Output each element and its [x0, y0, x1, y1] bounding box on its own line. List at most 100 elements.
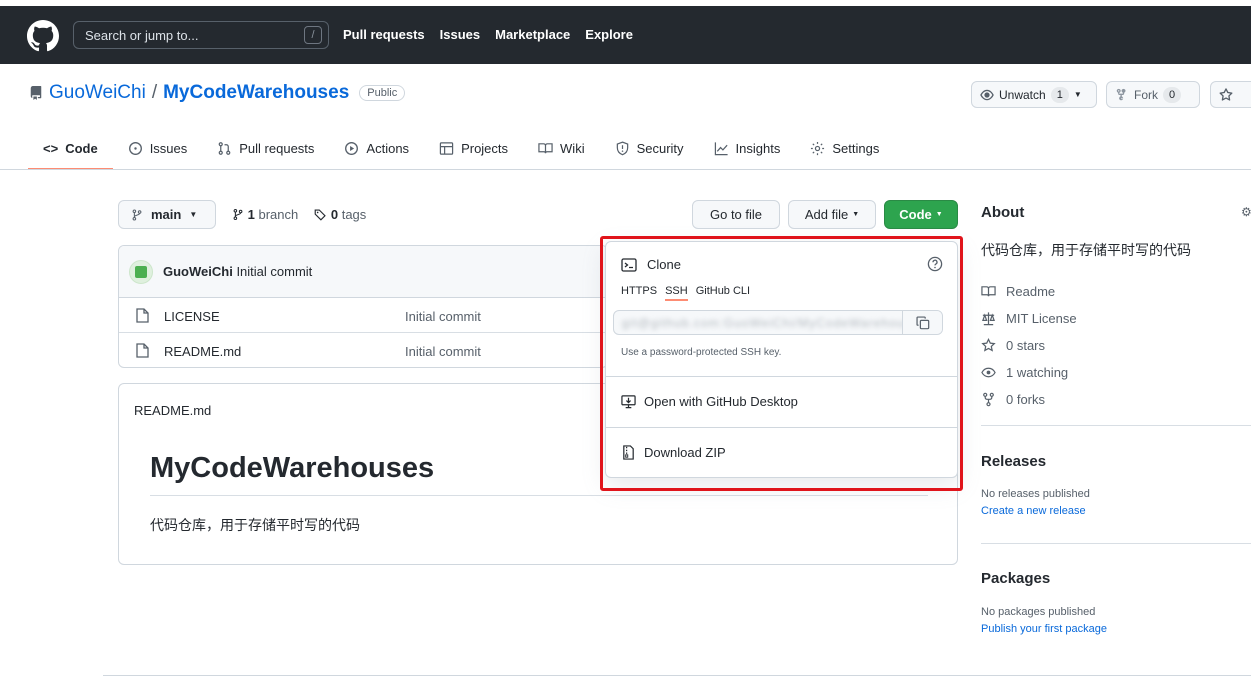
- repo-tabs: <> Code Issues Pull requests Actions Pro…: [28, 127, 894, 170]
- branch-select-button[interactable]: main ▼: [118, 200, 216, 229]
- branches-link[interactable]: 1 branch: [232, 207, 298, 222]
- meta-forks[interactable]: 0 forks: [981, 386, 1077, 413]
- unwatch-button[interactable]: Unwatch 1 ▼: [971, 81, 1097, 108]
- top-nav: Pull requests Issues Marketplace Explore: [343, 27, 633, 42]
- code-button[interactable]: Code ▼: [884, 200, 958, 229]
- commit-message[interactable]: Initial commit: [236, 264, 312, 279]
- file-commit-message[interactable]: Initial commit: [405, 344, 481, 359]
- tab-settings[interactable]: Settings: [795, 127, 894, 170]
- fork-counter: 0: [1163, 86, 1182, 103]
- tab-wiki[interactable]: Wiki: [523, 127, 600, 170]
- search-input[interactable]: Search or jump to... /: [73, 21, 329, 49]
- table-icon: [439, 142, 454, 155]
- nav-explore[interactable]: Explore: [585, 27, 633, 42]
- fork-group: Fork 0: [1106, 81, 1200, 108]
- footer-divider: [103, 675, 1251, 676]
- about-title: About: [981, 204, 1025, 221]
- file-icon: [136, 343, 149, 358]
- tab-pull-requests[interactable]: Pull requests: [202, 127, 329, 170]
- about-description: 代码仓库，用于存储平时写的代码: [981, 242, 1191, 258]
- tab-issues[interactable]: Issues: [113, 127, 203, 170]
- releases-title[interactable]: Releases: [981, 453, 1046, 470]
- readme-label[interactable]: README.md: [134, 403, 211, 418]
- issue-icon: [128, 142, 142, 155]
- about-meta-list: Readme MIT License 0 stars 1 watching 0 …: [981, 278, 1077, 413]
- chevron-down-icon: ▼: [189, 210, 198, 219]
- repo-name-link[interactable]: MyCodeWarehouses: [163, 82, 349, 104]
- branch-icon: [233, 208, 243, 221]
- divider: [150, 495, 928, 496]
- star-icon: [981, 338, 996, 352]
- meta-label: Readme: [1006, 284, 1056, 299]
- table-row[interactable]: LICENSE Initial commit: [119, 298, 607, 333]
- tab-label: Security: [636, 141, 684, 156]
- shield-icon: [616, 141, 628, 156]
- table-row[interactable]: README.md Initial commit: [119, 333, 607, 367]
- chevron-down-icon: ▼: [1073, 90, 1082, 99]
- annotation-highlight-box: [600, 236, 963, 491]
- eye-icon: [981, 367, 996, 378]
- book-icon: [538, 143, 553, 154]
- avatar[interactable]: [129, 259, 153, 284]
- tab-label: Actions: [366, 141, 410, 156]
- tab-insights[interactable]: Insights: [699, 127, 796, 170]
- github-logo-icon[interactable]: [27, 20, 59, 52]
- divider: [981, 425, 1251, 426]
- file-list: GuoWeiChi Initial commit LICENSE Initial…: [118, 245, 608, 368]
- book-icon: [981, 286, 996, 297]
- law-icon: [982, 312, 995, 326]
- chevron-down-icon: ▼: [852, 211, 860, 218]
- nav-issues[interactable]: Issues: [440, 27, 480, 42]
- gear-icon[interactable]: ⚙: [1241, 205, 1251, 219]
- star-group: [1210, 81, 1251, 108]
- nav-marketplace[interactable]: Marketplace: [495, 27, 570, 42]
- top-header: Search or jump to... / Pull requests Iss…: [0, 6, 1251, 64]
- unwatch-label: Unwatch: [999, 87, 1046, 102]
- meta-stars[interactable]: 0 stars: [981, 332, 1077, 359]
- tags-link[interactable]: 0 tags: [314, 207, 366, 222]
- code-icon: <>: [43, 141, 59, 156]
- go-to-file-button[interactable]: Go to file: [692, 200, 780, 229]
- add-file-button[interactable]: Add file ▼: [788, 200, 876, 229]
- tab-actions[interactable]: Actions: [329, 127, 424, 170]
- releases-empty: No releases published: [981, 488, 1090, 500]
- fork-icon: [1116, 88, 1126, 100]
- tab-label: Projects: [461, 141, 509, 156]
- nav-pull-requests[interactable]: Pull requests: [343, 27, 425, 42]
- chevron-down-icon: ▼: [935, 211, 943, 218]
- star-button[interactable]: [1210, 81, 1251, 108]
- tabs-divider: [0, 169, 1251, 170]
- file-commit-message[interactable]: Initial commit: [405, 309, 481, 324]
- star-icon: [1219, 87, 1233, 101]
- readme-heading: MyCodeWarehouses: [150, 452, 435, 484]
- eye-icon: [980, 89, 994, 100]
- publish-package-link[interactable]: Publish your first package: [981, 623, 1107, 635]
- file-name[interactable]: LICENSE: [164, 309, 220, 324]
- commit-author[interactable]: GuoWeiChi: [163, 264, 233, 279]
- readme-body: 代码仓库，用于存储平时写的代码: [150, 517, 360, 533]
- repo-owner-link[interactable]: GuoWeiChi: [49, 82, 146, 104]
- meta-readme[interactable]: Readme: [981, 278, 1077, 305]
- watch-counter: 1: [1050, 86, 1069, 103]
- branch-name: main: [151, 207, 182, 222]
- fork-label: Fork: [1134, 87, 1158, 102]
- tab-code[interactable]: <> Code: [28, 127, 113, 170]
- tab-label: Wiki: [560, 141, 585, 156]
- tab-projects[interactable]: Projects: [424, 127, 523, 170]
- meta-label: MIT License: [1006, 311, 1077, 326]
- branch-word: branch: [258, 207, 299, 222]
- file-icon: [136, 308, 149, 323]
- meta-license[interactable]: MIT License: [981, 305, 1077, 332]
- fork-button[interactable]: Fork 0: [1106, 81, 1200, 108]
- branch-count: 1: [247, 207, 255, 222]
- file-name[interactable]: README.md: [164, 344, 241, 359]
- code-button-label: Code: [899, 207, 932, 222]
- tab-label: Pull requests: [239, 141, 315, 156]
- search-placeholder: Search or jump to...: [85, 28, 199, 43]
- pull-request-icon: [218, 142, 231, 155]
- packages-title[interactable]: Packages: [981, 570, 1050, 587]
- create-release-link[interactable]: Create a new release: [981, 505, 1086, 517]
- meta-watching[interactable]: 1 watching: [981, 359, 1077, 386]
- branch-icon: [132, 208, 142, 221]
- tab-security[interactable]: Security: [600, 127, 699, 170]
